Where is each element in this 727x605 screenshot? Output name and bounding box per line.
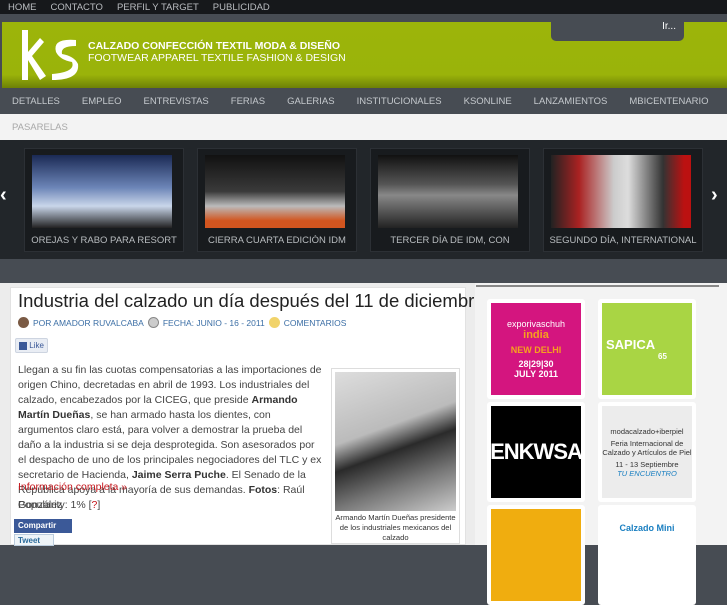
ad-content: ENKWSA	[490, 406, 583, 498]
ad-text: modacalzado+iberpiel	[610, 426, 684, 436]
top-link-contacto[interactable]: CONTACTO	[51, 2, 103, 13]
slide-card[interactable]: CIERRA CUARTA EDICIÓN IDM	[197, 148, 357, 252]
slide-caption[interactable]: SEGUNDO DÍA, INTERNATIONAL	[544, 235, 702, 246]
ad-sapica[interactable]: SAPICA 65	[598, 299, 696, 399]
slide-card[interactable]: OREJAS Y RABO PARA RESORT	[24, 148, 184, 252]
ad-text: SAPICA	[606, 337, 656, 352]
nav-ksonline[interactable]: KSONLINE	[464, 96, 512, 107]
ad-text: india	[523, 329, 549, 341]
slide-caption[interactable]: TERCER DÍA DE IDM, CON	[371, 235, 529, 246]
slide-caption[interactable]: OREJAS Y RABO PARA RESORT	[25, 235, 183, 246]
slide-image[interactable]	[551, 155, 691, 228]
clock-icon	[147, 317, 159, 328]
nav-institucionales[interactable]: INSTITUCIONALES	[357, 96, 442, 107]
comment-icon	[268, 317, 280, 328]
slider-next-button[interactable]: ›	[711, 184, 718, 207]
ad-content: Calzado Mini	[602, 509, 692, 601]
ad-content	[491, 509, 581, 601]
slide-caption[interactable]: CIERRA CUARTA EDICIÓN IDM	[198, 235, 356, 246]
ad-exporivaschuh[interactable]: exporivaschuh india NEW DELHI 28|29|30 JULY …	[487, 299, 585, 399]
photo-caption: Armando Martín Dueñas presidente de los …	[335, 513, 456, 542]
ad-enkwsa[interactable]: ENKWSA	[487, 402, 585, 502]
author-link[interactable]: POR AMADOR RUVALCABA	[33, 318, 144, 328]
ad-content: SAPICA 65	[602, 303, 692, 395]
site-logo[interactable]	[12, 30, 82, 82]
tagline-es: CALZADO CONFECCIÓN TEXTIL MODA & DISEÑO	[88, 40, 340, 52]
ad-content: exporivaschuh india NEW DELHI 28|29|30 JULY …	[491, 303, 581, 395]
bracket: ]	[97, 499, 101, 511]
popularity: Popularity: 1% [?]	[18, 499, 100, 511]
text-bold: Jaime Serra Puche	[131, 469, 226, 481]
nav-mbicentenario[interactable]: MBICENTENARIO	[629, 96, 708, 107]
ad-calzado-mini[interactable]: Calzado Mini	[598, 505, 696, 605]
slide-image[interactable]	[32, 155, 172, 228]
sidebar-divider	[476, 285, 719, 287]
tweet-button[interactable]: Tweet	[14, 534, 54, 546]
top-link-perfil[interactable]: PERFIL Y TARGET	[117, 2, 199, 13]
slider-prev-button[interactable]: ‹	[0, 184, 7, 207]
read-more-link[interactable]: Información completa »	[18, 481, 127, 493]
ad-text: ENKWSA	[490, 439, 583, 464]
article-photo[interactable]	[335, 372, 456, 511]
ad-yellow[interactable]	[487, 505, 585, 605]
top-link-home[interactable]: HOME	[8, 2, 37, 13]
popularity-text: Popularity: 1% [	[18, 499, 92, 511]
ad-text: TU ENCUENTRO	[617, 468, 677, 478]
facebook-icon	[19, 341, 27, 350]
top-bar: HOME CONTACTO PERFIL Y TARGET PUBLICIDAD	[0, 0, 727, 14]
nav-ferias[interactable]: FERIAS	[231, 96, 265, 107]
facebook-share-button[interactable]: Compartir	[14, 519, 72, 533]
ad-text: 65	[658, 352, 667, 361]
featured-slider: ‹ OREJAS Y RABO PARA RESORT CIERRA CUART…	[0, 140, 727, 259]
text-bold: Fotos	[248, 484, 278, 496]
nav-empleo[interactable]: EMPLEO	[82, 96, 122, 107]
ad-modacalzado[interactable]: modacalzado+iberpiel Feria Internacional …	[598, 402, 696, 502]
comments-link[interactable]: COMENTARIOS	[284, 318, 347, 328]
search-button[interactable]: Ir...	[551, 14, 684, 41]
nav-galerias[interactable]: GALERIAS	[287, 96, 335, 107]
nav-detalles[interactable]: DETALLES	[12, 96, 60, 107]
ad-text: NEW DELHI	[510, 345, 562, 355]
ad-content: modacalzado+iberpiel Feria Internacional …	[602, 406, 692, 498]
divider-bar	[0, 259, 727, 283]
ad-text: JULY 2011	[513, 369, 559, 379]
main-nav: DETALLES EMPLEO ENTREVISTAS FERIAS GALER…	[0, 88, 727, 114]
ad-text: 11 - 13 Septiembre	[615, 459, 679, 469]
date: FECHA: JUNIO - 16 - 2011	[162, 317, 265, 328]
slide-card[interactable]: SEGUNDO DÍA, INTERNATIONAL	[543, 148, 703, 252]
slide-card[interactable]: TERCER DÍA DE IDM, CON	[370, 148, 530, 252]
author-icon	[18, 317, 29, 328]
slide-image[interactable]	[205, 155, 345, 228]
tagline-en: FOOTWEAR APPAREL TEXTILE FASHION & DESIG…	[88, 52, 346, 64]
like-label: Like	[29, 341, 44, 350]
nav-lanzamientos[interactable]: LANZAMIENTOS	[534, 96, 608, 107]
nav-pasarelas[interactable]: PASARELAS	[0, 114, 727, 140]
facebook-like-button[interactable]: Like	[15, 338, 48, 353]
ad-text: Feria Internacional de Calzado y Artícul…	[602, 438, 692, 457]
slide-image[interactable]	[378, 155, 518, 228]
nav-entrevistas[interactable]: ENTREVISTAS	[143, 96, 208, 107]
ad-text: Calzado Mini	[619, 523, 675, 533]
ad-text: 28|29|30	[518, 359, 554, 369]
top-link-publicidad[interactable]: PUBLICIDAD	[213, 2, 270, 13]
article-meta: POR AMADOR RUVALCABA FECHA: JUNIO - 16 -…	[18, 317, 346, 328]
article-title[interactable]: Industria del calzado un día después del…	[18, 290, 485, 312]
ad-text: exporivaschuh	[506, 319, 566, 329]
